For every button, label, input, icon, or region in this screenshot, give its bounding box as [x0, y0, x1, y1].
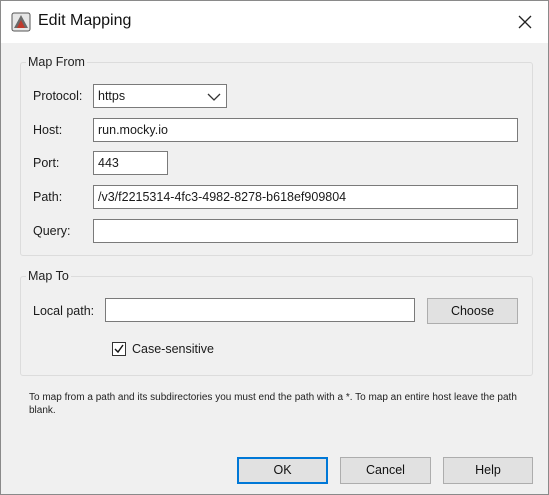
host-label: Host: — [33, 123, 63, 137]
help-note: To map from a path and its subdirectorie… — [29, 392, 517, 416]
checkmark-icon — [114, 344, 124, 354]
path-label: Path: — [33, 190, 63, 204]
choose-button[interactable]: Choose — [427, 298, 518, 324]
query-label: Query: — [33, 224, 71, 238]
app-icon — [11, 12, 31, 32]
protocol-select[interactable]: https — [93, 84, 227, 108]
path-input[interactable]: /v3/f2215314-4fc3-4982-8278-b618ef909804 — [93, 185, 518, 209]
local-path-input[interactable] — [105, 298, 415, 322]
help-button[interactable]: Help — [443, 457, 533, 484]
port-label: Port: — [33, 156, 60, 170]
port-input[interactable]: 443 — [93, 151, 168, 175]
map-from-title: Map From — [26, 55, 87, 69]
query-input[interactable] — [93, 219, 518, 243]
local-path-label: Local path: — [33, 304, 95, 318]
ok-button[interactable]: OK — [237, 457, 328, 484]
cancel-button[interactable]: Cancel — [340, 457, 431, 484]
protocol-value: https — [98, 89, 126, 103]
protocol-label: Protocol: — [33, 89, 83, 103]
case-sensitive-label: Case-sensitive — [132, 342, 214, 356]
case-sensitive-checkbox[interactable] — [112, 342, 126, 356]
close-button[interactable] — [512, 9, 538, 35]
title-bar: Edit Mapping — [1, 1, 548, 43]
host-input[interactable]: run.mocky.io — [93, 118, 518, 142]
map-to-group — [20, 276, 533, 376]
map-to-title: Map To — [26, 269, 71, 283]
edit-mapping-dialog: Edit Mapping Map From Protocol: https Ho… — [0, 0, 549, 495]
chevron-down-icon — [206, 89, 222, 103]
close-icon — [518, 15, 532, 29]
dialog-title: Edit Mapping — [38, 12, 132, 29]
